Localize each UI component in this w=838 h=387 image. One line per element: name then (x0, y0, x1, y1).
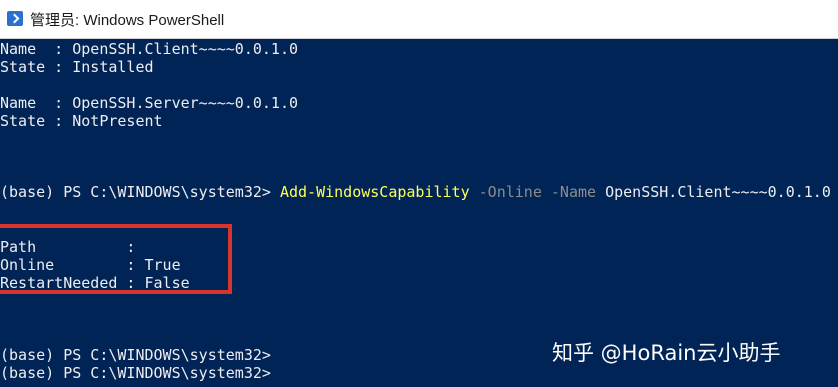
console-line: Name : OpenSSH.Server~~~~0.0.1.0 (0, 94, 299, 112)
console-line: (base) PS C:\WINDOWS\system32> (0, 346, 271, 364)
watermark: 知乎 @HoRain云小助手 (552, 341, 781, 365)
powershell-icon (7, 11, 23, 26)
highlight-annotation-box (0, 224, 232, 294)
title-bar: 管理员: Windows PowerShell (0, 0, 838, 39)
parameter-name: -Name (541, 183, 597, 201)
cmdlet-name: Add-WindowsCapability (279, 183, 470, 201)
console-line: State : Installed (0, 58, 154, 76)
parameter-argument: OpenSSH.Client~~~~0.0.1.0 (596, 183, 831, 201)
command-line: (base) PS C:\WINDOWS\system32> Add-Windo… (0, 183, 831, 201)
prompt: (base) PS C:\WINDOWS\system32> (0, 183, 280, 201)
console-line: Name : OpenSSH.Client~~~~0.0.1.0 (0, 40, 299, 58)
window-title: 管理员: Windows PowerShell (30, 12, 225, 29)
parameter-online: -Online (469, 183, 542, 201)
console-line: State : NotPresent (0, 112, 163, 130)
console-line: (base) PS C:\WINDOWS\system32> (0, 364, 271, 382)
